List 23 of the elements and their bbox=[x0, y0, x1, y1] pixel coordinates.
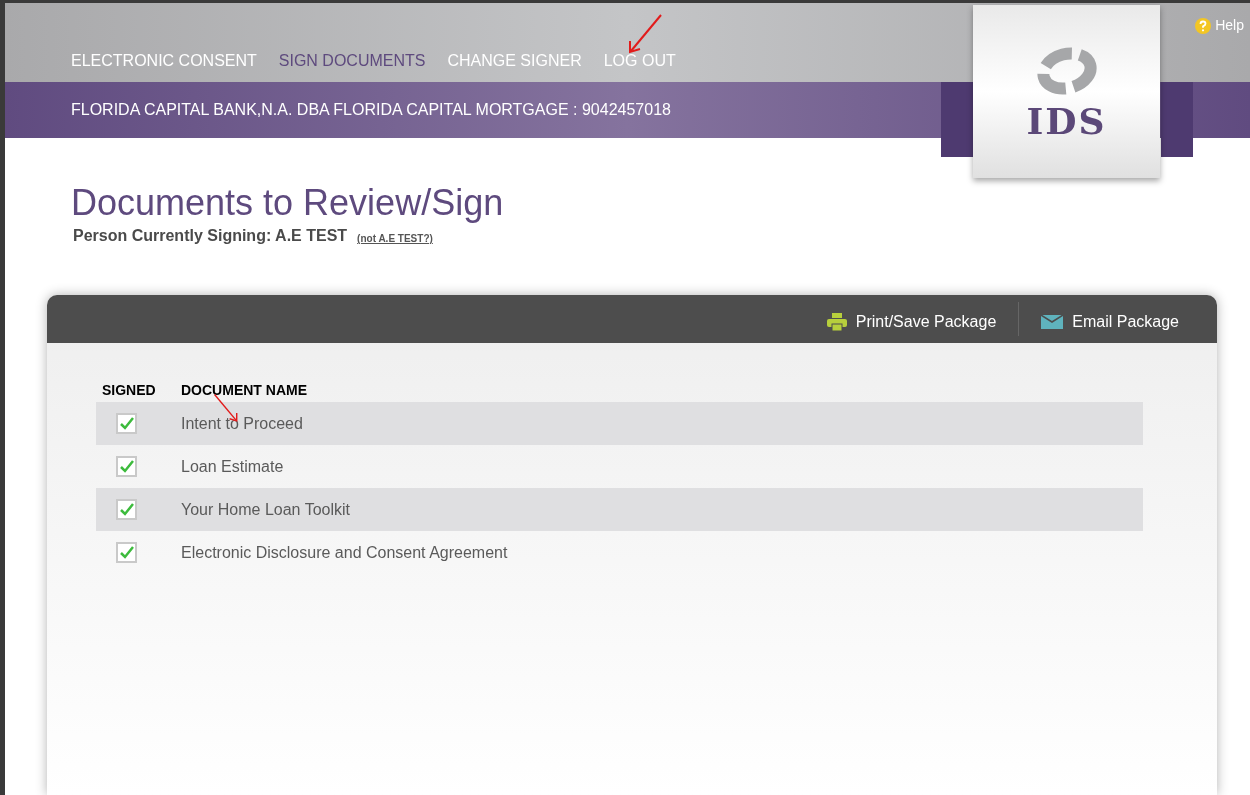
lender-name: FLORIDA CAPITAL BANK,N.A. DBA FLORIDA CAPITAL MORTGAGE : 9042457018 bbox=[71, 100, 671, 120]
logo-text: IDS bbox=[1026, 101, 1107, 141]
printer-icon bbox=[826, 313, 847, 331]
column-header: SIGNED bbox=[101, 380, 157, 400]
not-signer-link[interactable]: (not A.E TEST?) bbox=[357, 231, 433, 246]
nav-link[interactable]: SIGN DOCUMENTS bbox=[278, 51, 426, 71]
signer-label: Person Currently Signing: A.E TEST bbox=[73, 226, 348, 246]
logo-ring-icon bbox=[1035, 47, 1098, 95]
envelope-icon bbox=[1041, 315, 1064, 329]
document-name: Electronic Disclosure and Consent Agreement bbox=[181, 542, 508, 563]
document-row[interactable]: Intent to Proceed bbox=[96, 402, 1143, 445]
toolbar-button[interactable]: Print/Save Package bbox=[826, 304, 997, 334]
document-name: Your Home Loan Toolkit bbox=[181, 499, 350, 520]
document-row[interactable]: Loan Estimate bbox=[96, 445, 1143, 488]
page-title: Documents to Review/Sign bbox=[71, 182, 505, 224]
document-name: Intent to Proceed bbox=[181, 413, 303, 434]
toolbar-button[interactable]: Email Package bbox=[1041, 304, 1179, 334]
annotation-arrow bbox=[627, 13, 663, 55]
column-header: DOCUMENT NAME bbox=[181, 380, 307, 400]
document-name: Loan Estimate bbox=[181, 456, 284, 477]
help-icon bbox=[1195, 17, 1212, 34]
document-row[interactable]: Electronic Disclosure and Consent Agreement bbox=[96, 531, 1143, 574]
document-row[interactable]: Your Home Loan Toolkit bbox=[96, 488, 1143, 531]
